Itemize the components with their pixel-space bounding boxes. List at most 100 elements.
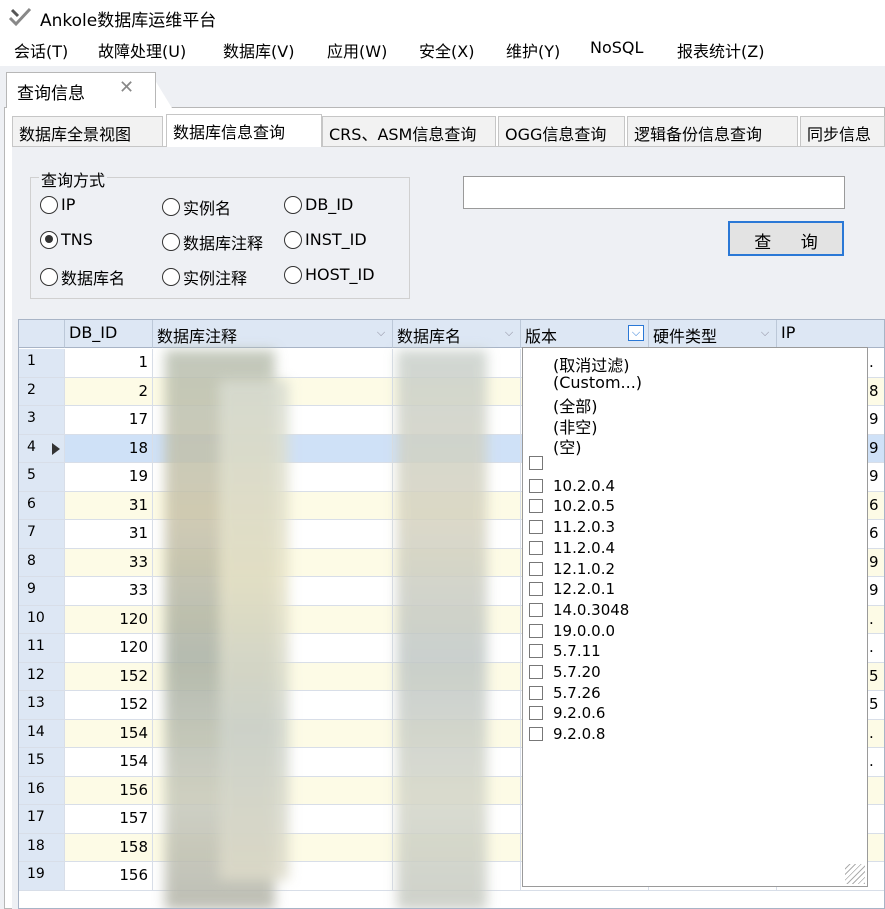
col-header-label: 硬件类型	[653, 327, 718, 346]
radio-label: 数据库名	[61, 269, 126, 288]
menu-bar: 会话(T) 故障处理(U) 数据库(V) 应用(W) 安全(X) 维护(Y) N…	[0, 36, 885, 64]
filter-checkbox[interactable]: 10.2.0.5	[529, 497, 615, 515]
cell-db-id: 156	[65, 776, 153, 805]
version-filter-popup[interactable]: (取消过滤) (Custom...) (全部) (非空) (空) 10.2.0.4 10.…	[522, 347, 868, 887]
query-mode-label: 查询方式	[39, 167, 108, 191]
cell-db-id: 152	[65, 662, 153, 691]
cell-db-id: 154	[65, 748, 153, 777]
checkbox-icon[interactable]	[529, 520, 543, 535]
cell-db-id: 33	[65, 548, 153, 577]
radio-db-id[interactable]: DB_ID	[284, 195, 353, 214]
checkbox-icon[interactable]	[529, 602, 543, 617]
menu-fault[interactable]: 故障处理(U)	[98, 38, 186, 62]
radio-instance-comment[interactable]: 实例注释	[162, 265, 247, 289]
row-number: 4	[19, 434, 65, 463]
radio-label: TNS	[61, 230, 93, 249]
inner-tab-strip: 数据库全景视图 数据库信息查询 CRS、ASM信息查询 OGG信息查询 逻辑备份…	[12, 114, 885, 147]
filter-checkbox[interactable]: 9.2.0.8	[529, 725, 605, 743]
menu-report[interactable]: 报表统计(Z)	[677, 38, 764, 62]
checkbox-icon[interactable]	[529, 706, 543, 721]
checkbox-icon[interactable]	[529, 623, 543, 638]
radio-host-id[interactable]: HOST_ID	[284, 265, 375, 284]
checkbox-icon[interactable]	[529, 644, 543, 659]
row-number: 2	[19, 377, 65, 406]
checkbox-icon[interactable]	[529, 685, 543, 700]
filter-checkbox[interactable]: 5.7.26	[529, 684, 601, 702]
row-number: 14	[19, 719, 65, 748]
filter-option[interactable]: (Custom...)	[553, 373, 642, 392]
filter-checkbox[interactable]: 14.0.3048	[529, 601, 629, 619]
row-number: 5	[19, 463, 65, 492]
checkbox-icon[interactable]	[529, 478, 543, 493]
resize-grip-icon[interactable]	[845, 864, 865, 884]
redacted-comment-area	[219, 380, 289, 880]
radio-circle-icon	[162, 198, 180, 216]
col-header-version[interactable]: 版本 ⌵	[521, 320, 649, 348]
radio-tns[interactable]: TNS	[40, 230, 93, 249]
close-icon[interactable]: ✕	[119, 77, 134, 98]
tab-db-info-query[interactable]: 数据库信息查询	[166, 114, 322, 147]
filter-checkbox[interactable]: 5.7.11	[529, 642, 601, 660]
filter-checkbox[interactable]: 12.2.0.1	[529, 580, 615, 598]
cell-db-id: 18	[65, 434, 153, 463]
tab-crs-asm[interactable]: CRS、ASM信息查询	[322, 116, 496, 146]
filter-dropdown-icon[interactable]: ⌵	[628, 325, 644, 341]
menu-security[interactable]: 安全(X)	[419, 38, 474, 62]
filter-value-label: 11.2.0.4	[553, 538, 616, 557]
filter-checkbox[interactable]	[529, 456, 553, 470]
title-bar: Ankole数据库运维平台	[0, 0, 885, 34]
row-number: 11	[19, 634, 65, 663]
checkbox-icon[interactable]	[529, 727, 543, 742]
filter-checkbox[interactable]: 5.7.20	[529, 663, 601, 681]
tab-logical-backup[interactable]: 逻辑备份信息查询	[627, 116, 798, 146]
filter-checkbox[interactable]: 19.0.0.0	[529, 622, 615, 640]
query-button[interactable]: 查 询	[728, 221, 844, 256]
row-number: 3	[19, 406, 65, 435]
radio-instance-name[interactable]: 实例名	[162, 195, 231, 219]
filter-checkbox[interactable]: 12.1.0.2	[529, 560, 615, 578]
radio-ip[interactable]: IP	[40, 195, 75, 214]
filter-checkbox[interactable]: 11.2.0.4	[529, 539, 615, 557]
col-header-hardware[interactable]: 硬件类型 ⌵	[649, 320, 777, 348]
filter-value-label: 14.0.3048	[553, 600, 630, 619]
col-header-label: DB_ID	[69, 323, 118, 342]
cell-db-id: 154	[65, 719, 153, 748]
checkbox-icon[interactable]	[529, 665, 543, 679]
tab-db-overview[interactable]: 数据库全景视图	[12, 116, 163, 146]
checkbox-icon[interactable]	[529, 582, 543, 597]
filter-checkbox[interactable]: 9.2.0.6	[529, 704, 605, 722]
menu-maintenance[interactable]: 维护(Y)	[506, 38, 560, 62]
menu-session[interactable]: 会话(T)	[14, 38, 68, 62]
menu-nosql[interactable]: NoSQL	[590, 38, 643, 57]
col-header-label: 版本	[525, 327, 558, 346]
radio-db-comment[interactable]: 数据库注释	[162, 230, 263, 254]
filter-value-label: 12.1.0.2	[553, 559, 616, 578]
cell-db-id: 1	[65, 349, 153, 378]
radio-circle-icon	[162, 268, 180, 286]
filter-checkbox[interactable]: 11.2.0.3	[529, 518, 615, 536]
chevron-down-icon[interactable]: ⌵	[758, 327, 772, 339]
col-header-db-name[interactable]: 数据库名 ⌵	[393, 320, 521, 348]
col-header-ip[interactable]: IP	[777, 320, 884, 348]
tab-ogg[interactable]: OGG信息查询	[498, 116, 625, 146]
menu-database[interactable]: 数据库(V)	[223, 38, 294, 62]
checkbox-icon[interactable]	[529, 540, 543, 555]
tab-sync[interactable]: 同步信息	[800, 116, 885, 146]
doc-tab-query-info[interactable]: 查询信息 ✕	[6, 72, 156, 108]
search-input[interactable]	[463, 176, 845, 209]
checkbox-icon[interactable]	[529, 456, 543, 470]
col-header-db-id[interactable]: DB_ID	[65, 320, 153, 348]
radio-inst-id[interactable]: INST_ID	[284, 230, 367, 249]
menu-app[interactable]: 应用(W)	[327, 38, 387, 62]
chevron-down-icon[interactable]: ⌵	[502, 327, 516, 339]
checkbox-icon[interactable]	[529, 499, 543, 514]
col-header-db-comment[interactable]: 数据库注释 ⌵	[153, 320, 393, 348]
chevron-down-icon[interactable]: ⌵	[374, 327, 388, 339]
radio-db-name[interactable]: 数据库名	[40, 265, 125, 289]
ankole-logo-icon	[8, 7, 32, 27]
radio-label: 数据库注释	[183, 234, 264, 253]
radio-label: IP	[61, 195, 76, 214]
checkbox-icon[interactable]	[529, 561, 543, 576]
filter-option[interactable]: (空)	[553, 434, 582, 458]
filter-checkbox[interactable]: 10.2.0.4	[529, 477, 615, 495]
